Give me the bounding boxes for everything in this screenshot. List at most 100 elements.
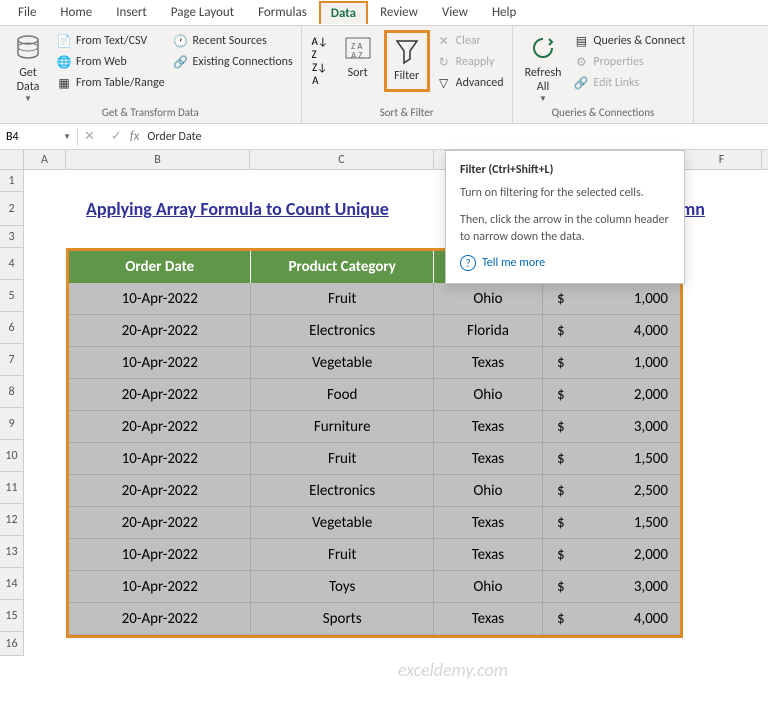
advanced-icon: ▽ bbox=[436, 75, 452, 91]
table-row[interactable]: 10-Apr-2022FruitOhio$1,000 bbox=[69, 283, 680, 315]
advanced-button[interactable]: ▽Advanced bbox=[434, 74, 506, 92]
reapply-button[interactable]: ↻Reapply bbox=[434, 53, 506, 71]
cell-sales: $3,000 bbox=[543, 411, 680, 443]
cell-date: 20-Apr-2022 bbox=[69, 603, 251, 635]
from-text-csv-button[interactable]: 📄From Text/CSV bbox=[54, 32, 167, 50]
cell-date: 10-Apr-2022 bbox=[69, 347, 251, 379]
tab-data[interactable]: Data bbox=[319, 1, 368, 24]
accept-icon[interactable]: ✓ bbox=[111, 129, 122, 144]
tell-me-more-link[interactable]: ? Tell me more bbox=[460, 255, 670, 271]
filter-label: Filter bbox=[394, 69, 419, 83]
cell-category: Furniture bbox=[251, 411, 433, 443]
row-header[interactable]: 16 bbox=[0, 632, 24, 656]
tab-view[interactable]: View bbox=[430, 1, 480, 24]
row-header[interactable]: 13 bbox=[0, 536, 24, 568]
cell-state: Ohio bbox=[434, 283, 543, 315]
table-row[interactable]: 20-Apr-2022ElectronicsOhio$2,500 bbox=[69, 475, 680, 507]
cell-date: 20-Apr-2022 bbox=[69, 315, 251, 347]
links-icon: 🔗 bbox=[573, 75, 589, 91]
get-data-button[interactable]: Get Data ▼ bbox=[6, 30, 50, 106]
table-row[interactable]: 10-Apr-2022VegetableTexas$1,000 bbox=[69, 347, 680, 379]
cell-date: 20-Apr-2022 bbox=[69, 507, 251, 539]
table-row[interactable]: 20-Apr-2022FoodOhio$2,000 bbox=[69, 379, 680, 411]
row-header[interactable]: 7 bbox=[0, 344, 24, 376]
cell-date: 20-Apr-2022 bbox=[69, 411, 251, 443]
cell-state: Ohio bbox=[434, 475, 543, 507]
tab-insert[interactable]: Insert bbox=[104, 1, 159, 24]
recent-sources-button[interactable]: 🕐Recent Sources bbox=[171, 32, 295, 50]
properties-icon: ⚙ bbox=[573, 54, 589, 70]
group-sort-filter: A↓Z Z↓A Z AA Z Sort Filter ✕Clear ↻Reapp… bbox=[302, 26, 513, 123]
col-header[interactable]: B bbox=[66, 150, 250, 169]
cell-sales: $1,500 bbox=[543, 443, 680, 475]
row-header[interactable]: 1 bbox=[0, 170, 24, 192]
cell-state: Florida bbox=[434, 315, 543, 347]
queries-connections-button[interactable]: ▤Queries & Connect bbox=[571, 32, 687, 50]
edit-links-button[interactable]: 🔗Edit Links bbox=[571, 74, 687, 92]
from-web-button[interactable]: 🌐From Web bbox=[54, 53, 167, 71]
row-header[interactable]: 8 bbox=[0, 376, 24, 408]
cell-category: Electronics bbox=[251, 315, 433, 347]
row-header[interactable]: 12 bbox=[0, 504, 24, 536]
cancel-icon[interactable]: ✕ bbox=[78, 129, 101, 144]
row-header[interactable]: 5 bbox=[0, 280, 24, 312]
select-all-corner[interactable] bbox=[0, 150, 24, 169]
cell-category: Vegetable bbox=[251, 347, 433, 379]
name-box[interactable]: B4 ▼ bbox=[0, 128, 78, 146]
sort-button[interactable]: Z AA Z Sort bbox=[336, 30, 380, 92]
row-header[interactable]: 2 bbox=[0, 192, 24, 226]
col-header[interactable]: F bbox=[682, 150, 762, 169]
sort-desc-icon: Z↓A bbox=[312, 61, 327, 87]
refresh-all-button[interactable]: Refresh All ▼ bbox=[519, 30, 568, 106]
clear-icon: ✕ bbox=[436, 33, 452, 49]
file-icon: 📄 bbox=[56, 33, 72, 49]
row-header[interactable]: 11 bbox=[0, 472, 24, 504]
row-header[interactable]: 4 bbox=[0, 248, 24, 280]
from-table-button[interactable]: ▦From Table/Range bbox=[54, 74, 167, 92]
cell-sales: $2,000 bbox=[543, 379, 680, 411]
properties-button[interactable]: ⚙Properties bbox=[571, 53, 687, 71]
cell-sales: $2,500 bbox=[543, 475, 680, 507]
table-row[interactable]: 10-Apr-2022FruitTexas$2,000 bbox=[69, 539, 680, 571]
ribbon-tabs: File Home Insert Page Layout Formulas Da… bbox=[0, 0, 768, 26]
tab-review[interactable]: Review bbox=[368, 1, 430, 24]
filter-button[interactable]: Filter bbox=[384, 30, 430, 92]
cell-sales: $1,000 bbox=[543, 347, 680, 379]
col-header[interactable]: C bbox=[250, 150, 434, 169]
tab-file[interactable]: File bbox=[6, 1, 48, 24]
table-row[interactable]: 20-Apr-2022SportsTexas$4,000 bbox=[69, 603, 680, 635]
get-data-label: Get Data bbox=[17, 66, 40, 94]
table-row[interactable]: 20-Apr-2022ElectronicsFlorida$4,000 bbox=[69, 315, 680, 347]
table-row[interactable]: 20-Apr-2022VegetableTexas$1,500 bbox=[69, 507, 680, 539]
tab-pagelayout[interactable]: Page Layout bbox=[159, 1, 246, 24]
chevron-down-icon: ▼ bbox=[63, 132, 71, 142]
row-header[interactable]: 6 bbox=[0, 312, 24, 344]
row-header[interactable]: 15 bbox=[0, 600, 24, 632]
row-header[interactable]: 3 bbox=[0, 226, 24, 248]
formula-input[interactable]: fx Order Date bbox=[122, 129, 768, 144]
help-icon: ? bbox=[460, 255, 476, 271]
existing-connections-button[interactable]: 🔗Existing Connections bbox=[171, 53, 295, 71]
table-row[interactable]: 10-Apr-2022ToysOhio$3,000 bbox=[69, 571, 680, 603]
sort-icon: Z AA Z bbox=[342, 32, 374, 64]
row-header[interactable]: 9 bbox=[0, 408, 24, 440]
clear-button[interactable]: ✕Clear bbox=[434, 32, 506, 50]
cell-state: Texas bbox=[434, 507, 543, 539]
table-row[interactable]: 10-Apr-2022FruitTexas$1,500 bbox=[69, 443, 680, 475]
col-header[interactable]: A bbox=[24, 150, 66, 169]
table-row[interactable]: 20-Apr-2022FurnitureTexas$3,000 bbox=[69, 411, 680, 443]
tab-help[interactable]: Help bbox=[480, 1, 528, 24]
fx-icon: fx bbox=[130, 129, 140, 144]
group-queries: Refresh All ▼ ▤Queries & Connect ⚙Proper… bbox=[513, 26, 695, 123]
tooltip-text-1: Turn on filtering for the selected cells… bbox=[460, 185, 670, 202]
tab-formulas[interactable]: Formulas bbox=[246, 1, 319, 24]
sort-asc-button[interactable]: A↓Z bbox=[308, 36, 332, 60]
sort-desc-button[interactable]: Z↓A bbox=[308, 62, 332, 86]
row-header[interactable]: 14 bbox=[0, 568, 24, 600]
data-table: Order Date Product Category States Sales… bbox=[66, 248, 683, 638]
tab-home[interactable]: Home bbox=[48, 1, 104, 24]
chevron-down-icon: ▼ bbox=[24, 94, 32, 104]
row-header[interactable]: 10 bbox=[0, 440, 24, 472]
cell-category: Fruit bbox=[251, 283, 433, 315]
cell-state: Ohio bbox=[434, 379, 543, 411]
